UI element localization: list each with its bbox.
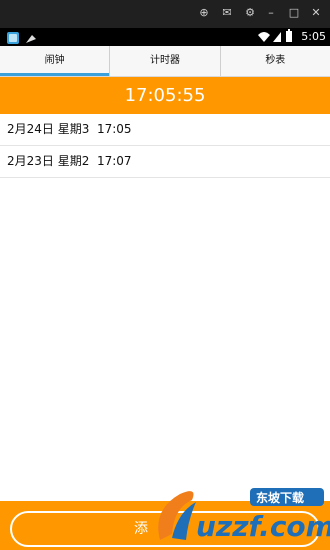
- status-time: 5:05: [301, 29, 326, 43]
- status-right: 5:05: [257, 29, 326, 43]
- minimize-icon[interactable]: –: [264, 6, 278, 20]
- system-icons: [258, 29, 293, 42]
- add-alarm-label: 添: [134, 521, 148, 537]
- tab-active-indicator: [0, 73, 110, 76]
- clock-header: 17:05:55: [0, 77, 330, 114]
- notification-icons: [7, 32, 36, 44]
- emulator-title-bar: ⊕ ✉ ⚙ – □ ✕: [0, 0, 330, 28]
- alarm-list: 2月24日 星期3 17:05 2月23日 星期2 17:07: [0, 114, 330, 178]
- battery-icon: [286, 31, 293, 42]
- wifi-icon: [258, 32, 271, 42]
- gear-icon[interactable]: ⚙: [243, 6, 257, 20]
- alarm-item[interactable]: 2月24日 星期3 17:05: [0, 114, 330, 146]
- status-bar: 5:05: [0, 28, 330, 46]
- watermark-brand: uzzf.com: [196, 510, 330, 543]
- current-time: 17:05:55: [124, 85, 206, 106]
- tab-timer-label: 计时器: [149, 55, 180, 66]
- tab-alarm-label: 闹钟: [44, 55, 65, 66]
- pin-icon[interactable]: ⊕: [197, 6, 211, 20]
- maximize-icon[interactable]: □: [287, 6, 301, 20]
- tab-timer[interactable]: 计时器: [109, 46, 219, 76]
- tab-stopwatch[interactable]: 秒表: [219, 46, 330, 76]
- alarm-item-text: 2月24日 星期3 17:05: [7, 122, 132, 136]
- mail-icon[interactable]: ✉: [220, 6, 234, 20]
- signal-icon: [273, 32, 282, 42]
- tab-stopwatch-label: 秒表: [265, 55, 286, 66]
- tab-bar: 闹钟 计时器 秒表: [0, 46, 330, 77]
- uzzf-watermark-logo: 东坡下载 uzzf.com: [158, 488, 330, 543]
- alarm-item-text: 2月23日 星期2 17:07: [7, 154, 132, 168]
- alarm-item[interactable]: 2月23日 星期2 17:07: [0, 146, 330, 178]
- notification-icon: [26, 35, 36, 43]
- watermark-tag: 东坡下载: [256, 490, 304, 505]
- close-icon[interactable]: ✕: [309, 6, 323, 20]
- tab-alarm[interactable]: 闹钟: [0, 46, 110, 76]
